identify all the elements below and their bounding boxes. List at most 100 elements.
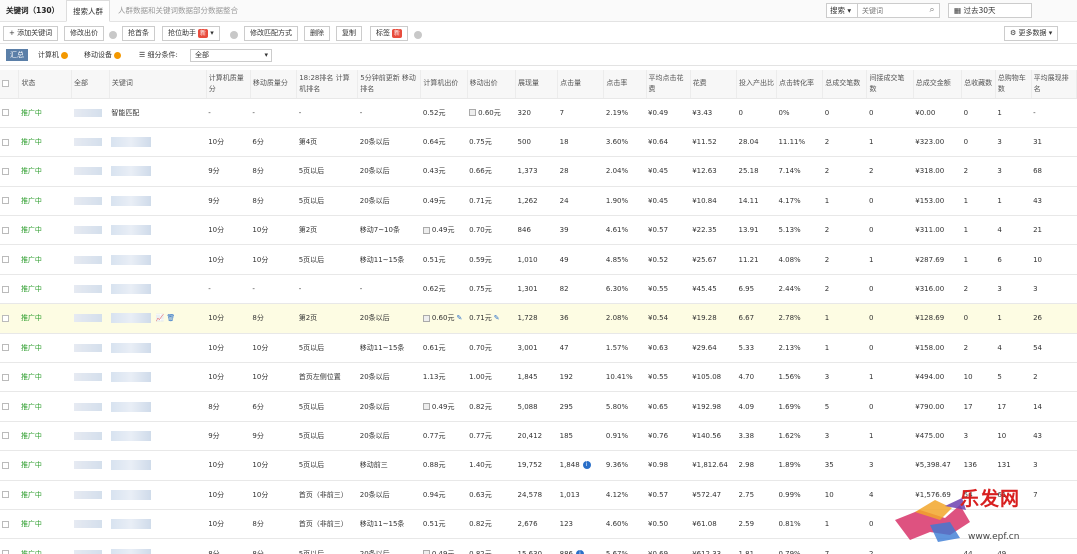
column-header[interactable]: 全部 [71, 70, 110, 99]
row-checkbox-cell[interactable] [0, 333, 19, 364]
keyword-cell[interactable] [109, 244, 207, 275]
row-checkbox-cell[interactable] [0, 538, 19, 554]
keyword-cell[interactable] [109, 362, 207, 393]
row-checkbox-cell[interactable] [0, 244, 19, 275]
tab-crowd-data-merge[interactable]: 人群数据和关键词数据部分数据整合 [112, 0, 244, 22]
search-icon[interactable]: ⌕ [924, 3, 940, 18]
column-header[interactable]: 状态 [18, 70, 73, 99]
keyword-cell[interactable]: 智能匹配 [109, 98, 207, 128]
table-row[interactable]: 推广中 10分 10分 首页左侧位置 20条以后 1.13元 1.00元 1,845 192 10… [0, 362, 1077, 393]
row-checkbox[interactable] [2, 520, 9, 528]
row-checkbox-cell[interactable] [0, 450, 19, 481]
row-checkbox[interactable] [2, 167, 9, 175]
column-header[interactable]: 总成交笔数 [822, 70, 868, 99]
row-checkbox-cell[interactable] [0, 274, 19, 305]
row-checkbox-cell[interactable] [0, 303, 19, 334]
table-row[interactable]: 推广中 9分 9分 5页以后 20条以后 0.77元 0.77元 20,412 185 0.91%… [0, 421, 1077, 452]
copy-button[interactable]: 复制 [336, 26, 362, 41]
row-checkbox[interactable] [2, 550, 9, 554]
filter-summary[interactable]: 汇总 [6, 49, 28, 61]
column-header[interactable]: 总收藏数 [961, 70, 996, 99]
table-row[interactable]: 推广中 9分 8分 5页以后 20条以后 0.43元 0.66元 1,373 28 2.04% ¥0… [0, 156, 1077, 187]
filter-computer[interactable]: 计算机 [34, 49, 72, 61]
keyword-cell[interactable] [109, 509, 207, 540]
table-row[interactable]: 推广中 - - - - 0.62元 0.75元 1,301 82 6.30% ¥0.55 ¥45.45… [0, 274, 1077, 305]
edit-pencil-icon[interactable]: ✎ [494, 314, 500, 322]
column-header[interactable]: 总购物车数 [995, 70, 1032, 99]
filter-mobile[interactable]: 移动设备 [80, 49, 125, 61]
row-checkbox-cell[interactable] [0, 362, 19, 393]
column-header[interactable]: 间接成交笔数 [866, 70, 914, 99]
modify-match-button[interactable]: 修改匹配方式 [244, 26, 298, 41]
column-header[interactable]: 移动出价 [467, 70, 517, 99]
row-checkbox-cell[interactable] [0, 215, 19, 246]
keyword-cell[interactable] [109, 156, 207, 187]
column-header[interactable]: 花费 [690, 70, 737, 99]
row-checkbox[interactable] [2, 197, 9, 205]
info-icon[interactable]: i [582, 461, 591, 470]
column-header[interactable]: 点击量 [557, 70, 605, 99]
keywords-tab-title[interactable]: 关键词（130） [0, 0, 65, 22]
delete-icon[interactable]: 🗑 [166, 314, 175, 322]
add-keyword-button[interactable]: + 添加关键词 [3, 26, 59, 41]
date-range-button[interactable]: ▦ 过去30天 [948, 3, 1032, 18]
row-checkbox-cell[interactable] [0, 127, 19, 158]
row-checkbox[interactable] [2, 226, 9, 234]
table-row[interactable]: 推广中 8分 6分 5页以后 20条以后 0.49元 0.82元 5,088 295 5.80% ¥… [0, 391, 1077, 422]
table-row[interactable]: 推广中 10分 10分 5页以后 移动11~15条 0.51元 0.59元 1,010 49 4.… [0, 244, 1077, 275]
row-checkbox-cell[interactable] [0, 156, 19, 187]
table-row[interactable]: 推广中 智能匹配 - - - - 0.52元 0.60元 320 7 2.19% ¥0.49 ¥3.43… [0, 98, 1077, 128]
edit-pencil-icon[interactable]: ✎ [456, 314, 462, 322]
keyword-cell[interactable] [109, 186, 207, 217]
grab-top-button[interactable]: 抢首条 [122, 26, 155, 41]
row-checkbox[interactable] [2, 403, 9, 411]
row-checkbox[interactable] [2, 285, 9, 293]
rank-helper-button[interactable]: 抢位助手新 ▾ [162, 26, 220, 41]
column-header[interactable]: 关键词 [109, 70, 207, 99]
keyword-cell[interactable] [109, 538, 207, 554]
row-checkbox[interactable] [2, 109, 9, 117]
row-checkbox[interactable] [2, 491, 9, 499]
modify-bid-button[interactable]: 修改出价 [64, 26, 104, 41]
keyword-cell[interactable] [109, 480, 207, 510]
tab-search-crowd[interactable]: 搜索人群 [66, 0, 110, 22]
row-checkbox[interactable] [2, 138, 9, 146]
row-checkbox[interactable] [2, 344, 9, 352]
keyword-cell[interactable] [109, 391, 207, 422]
table-row[interactable]: 推广中 📈 🗑 10分 8分 第2页 20条以后 0.60元 ✎ 0.71元 ✎ 1,728 36 2.… [0, 303, 1077, 334]
table-row[interactable]: 推广中 10分 6分 第4页 20条以后 0.64元 0.75元 500 18 3.60% ¥0.6… [0, 127, 1077, 158]
info-icon[interactable]: i [576, 549, 584, 554]
segment-select[interactable]: 全部 ▾ [190, 49, 272, 62]
column-header[interactable]: 计算机出价 [420, 70, 468, 99]
chart-icon[interactable]: 📈 [156, 314, 165, 322]
row-checkbox-cell[interactable] [0, 391, 19, 422]
keyword-cell[interactable] [109, 450, 207, 481]
delete-button[interactable]: 删除 [304, 26, 330, 41]
keyword-cell[interactable]: 📈 🗑 [109, 303, 207, 334]
table-row[interactable]: 推广中 10分 10分 5页以后 移动11~15条 0.61元 0.70元 3,001 47 1.… [0, 333, 1077, 364]
column-header[interactable]: 平均点击花费 [646, 70, 691, 99]
column-header[interactable]: 总成交金额 [913, 70, 963, 99]
column-header[interactable]: 计算机质量分 [206, 70, 251, 99]
keyword-cell[interactable] [109, 215, 207, 246]
table-row[interactable]: 推广中 10分 10分 5页以后 移动前三 0.88元 1.40元 19,752 1,848 i 9… [0, 450, 1077, 481]
table-row[interactable]: 推广中 9分 8分 5页以后 20条以后 0.49元 0.71元 1,262 24 1.90% ¥0… [0, 186, 1077, 217]
column-header[interactable]: 5分钟前更新 移动排名 [357, 70, 422, 99]
column-header[interactable]: 展现量 [515, 70, 559, 99]
tag-button[interactable]: 标签新 [370, 26, 409, 41]
search-type-select[interactable]: 搜索 ▾ [826, 3, 858, 18]
column-header[interactable]: 投入产出比 [736, 70, 777, 99]
keyword-cell[interactable] [109, 274, 207, 305]
row-checkbox[interactable] [2, 314, 9, 322]
select-all-checkbox[interactable] [2, 79, 9, 87]
keyword-cell[interactable] [109, 127, 207, 158]
row-checkbox[interactable] [2, 256, 9, 264]
row-checkbox-cell[interactable] [0, 98, 19, 128]
table-row[interactable]: 推广中 10分 10分 第2页 移动7~10条 0.49元 0.70元 846 39 4.61% ¥… [0, 215, 1077, 246]
row-checkbox[interactable] [2, 373, 9, 381]
row-checkbox-cell[interactable] [0, 186, 19, 217]
row-checkbox[interactable] [2, 432, 9, 440]
column-header[interactable]: 点击转化率 [776, 70, 824, 99]
column-header[interactable]: 点击率 [603, 70, 647, 99]
column-header[interactable]: 移动质量分 [250, 70, 298, 99]
